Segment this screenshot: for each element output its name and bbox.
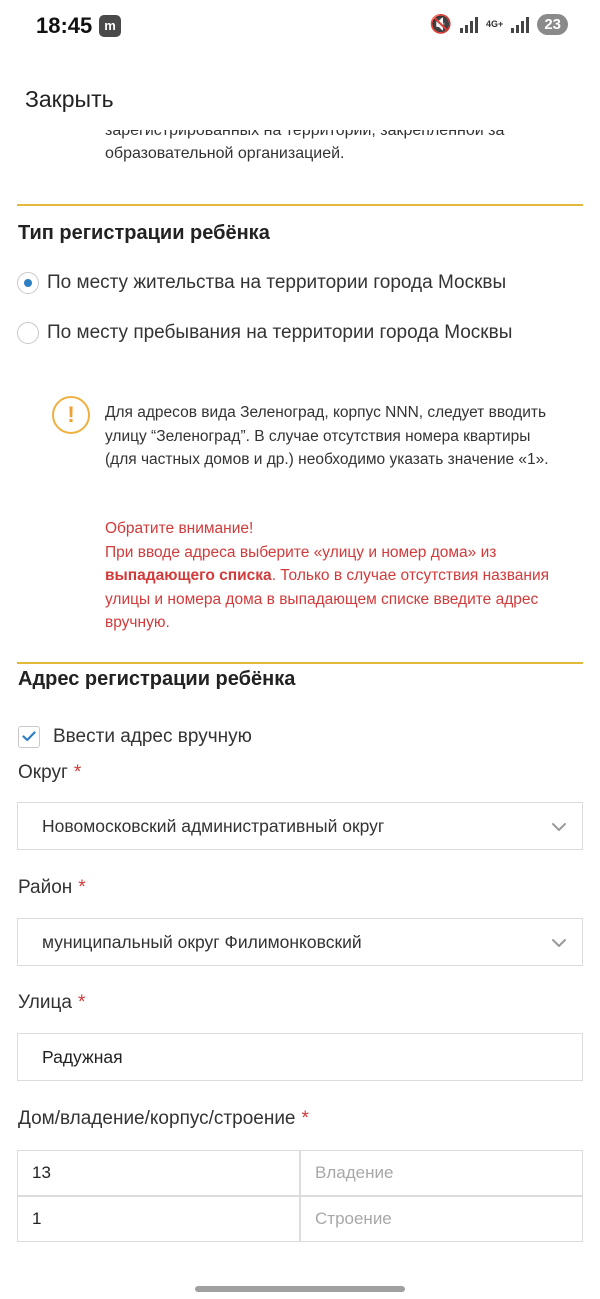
notice-warning-title: Обратите внимание! [105, 520, 254, 537]
rayon-value: муниципальный округ Филимонковский [42, 931, 362, 952]
notice-warning: Обратите внимание! При вводе адреса выбе… [105, 517, 555, 635]
vladenie-input[interactable] [300, 1150, 583, 1196]
description-line-2: образовательной организацией. [105, 145, 345, 162]
chevron-down-icon [552, 939, 566, 947]
rayon-select[interactable]: муниципальный округ Филимонковский [17, 918, 583, 966]
manual-address-checkbox[interactable] [18, 726, 40, 748]
radio-label: По месту пребывания на территории города… [47, 322, 513, 343]
notice-warning-bold: выпадающего списка [105, 567, 272, 584]
stroenie-input[interactable] [300, 1196, 583, 1242]
network-type-icon: 4G+ [486, 19, 504, 29]
required-mark: * [77, 992, 86, 1013]
registration-type-title: Тип регистрации ребёнка [18, 222, 270, 244]
scrolled-description: зарегистрированных на территории, закреп… [105, 130, 575, 165]
rayon-label: Район * [18, 877, 86, 898]
notice-warning-text: При вводе адреса выберите «улицу и номер… [105, 543, 550, 632]
manual-address-checkbox-row[interactable]: Ввести адрес вручную [18, 726, 252, 748]
close-button[interactable]: Закрыть [25, 86, 114, 113]
radio-residence-moscow[interactable]: По месту жительства на территории города… [17, 272, 506, 294]
chevron-down-icon [552, 823, 566, 831]
app-notification-icon: m [99, 15, 121, 37]
street-input[interactable] [17, 1033, 583, 1081]
check-icon [22, 731, 36, 742]
warning-icon: ! [52, 396, 90, 434]
radio-label: По месту жительства на территории города… [47, 272, 507, 293]
korpus-input[interactable] [17, 1196, 300, 1242]
okrug-label: Округ * [18, 762, 82, 783]
signal-icon [460, 16, 479, 33]
street-label: Улица * [18, 992, 86, 1013]
radio-stay-moscow[interactable]: По месту пребывания на территории города… [17, 322, 512, 344]
manual-address-label: Ввести адрес вручную [53, 726, 252, 747]
status-time: 18:45 [36, 13, 93, 38]
notification-count-badge: 23 [537, 14, 568, 35]
signal-icon-2 [511, 16, 530, 33]
radio-button-checked[interactable] [17, 272, 39, 294]
status-bar: 18:45 m 🔇 4G+ 23 [0, 0, 600, 52]
home-indicator[interactable] [195, 1286, 405, 1292]
required-mark: * [301, 1108, 309, 1129]
description-line-1: зарегистрированных на территории, закреп… [105, 130, 505, 139]
section-divider-2 [17, 662, 583, 664]
house-label: Дом/владение/корпус/строение * [18, 1108, 309, 1129]
house-input[interactable] [17, 1150, 300, 1196]
required-mark: * [73, 762, 82, 783]
address-title: Адрес регистрации ребёнка [18, 668, 296, 690]
okrug-select[interactable]: Новомосковский административный округ [17, 802, 583, 850]
mute-icon: 🔇 [429, 14, 453, 34]
radio-button[interactable] [17, 322, 39, 344]
required-mark: * [78, 877, 86, 898]
status-icons: 🔇 4G+ 23 [430, 14, 568, 35]
okrug-value: Новомосковский административный округ [42, 815, 385, 836]
section-divider [17, 204, 583, 206]
notice-text: Для адресов вида Зеленоград, корпус NNN,… [105, 404, 549, 468]
